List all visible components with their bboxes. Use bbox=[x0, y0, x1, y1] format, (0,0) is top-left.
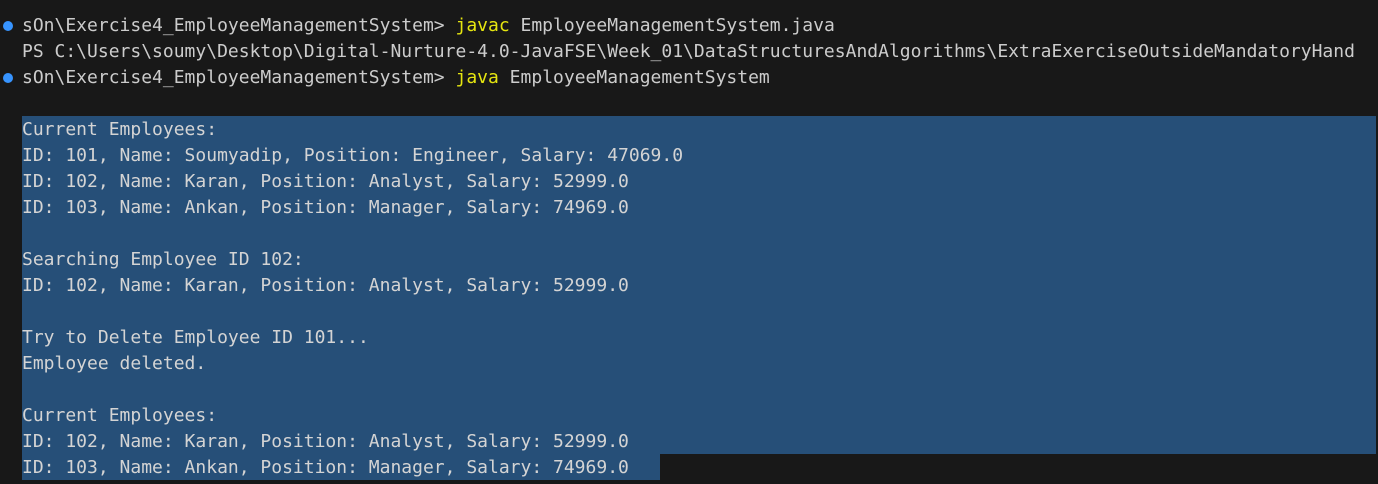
command-keyword: java bbox=[455, 67, 499, 88]
command-text: sOn\Exercise4_EmployeeManagementSystem> … bbox=[22, 65, 770, 91]
command-success-icon[interactable] bbox=[3, 73, 13, 83]
command-text: sOn\Exercise4_EmployeeManagementSystem> … bbox=[22, 13, 835, 39]
terminal-command-line-java: sOn\Exercise4_EmployeeManagementSystem> … bbox=[0, 65, 1378, 91]
output-line: Searching Employee ID 102: bbox=[22, 249, 304, 270]
terminal-command-line-javac: sOn\Exercise4_EmployeeManagementSystem> … bbox=[0, 13, 1378, 39]
output-line: Employee deleted. bbox=[22, 353, 207, 374]
prompt-text: sOn\Exercise4_EmployeeManagementSystem> bbox=[22, 67, 456, 88]
output-line: ID: 103, Name: Ankan, Position: Manager,… bbox=[22, 457, 629, 478]
output-line: ID: 102, Name: Karan, Position: Analyst,… bbox=[22, 171, 629, 192]
prompt-text: sOn\Exercise4_EmployeeManagementSystem> bbox=[22, 15, 456, 36]
command-success-icon[interactable] bbox=[3, 21, 13, 31]
command-args: EmployeeManagementSystem.java bbox=[509, 15, 835, 36]
output-line: Current Employees: bbox=[22, 405, 218, 426]
output-line: Current Employees: bbox=[22, 119, 218, 140]
path-text: PS C:\Users\soumy\Desktop\Digital-Nurtur… bbox=[22, 41, 1355, 62]
command-keyword: javac bbox=[455, 15, 510, 36]
output-line: ID: 102, Name: Karan, Position: Analyst,… bbox=[22, 275, 629, 296]
output-line: ID: 103, Name: Ankan, Position: Manager,… bbox=[22, 197, 629, 218]
output-line: ID: 101, Name: Soumyadip, Position: Engi… bbox=[22, 145, 684, 166]
output-line: Try to Delete Employee ID 101... bbox=[22, 327, 369, 348]
output-line: ID: 102, Name: Karan, Position: Analyst,… bbox=[22, 431, 629, 452]
terminal-path-line: PS C:\Users\soumy\Desktop\Digital-Nurtur… bbox=[0, 39, 1355, 65]
command-args: EmployeeManagementSystem bbox=[498, 67, 770, 88]
